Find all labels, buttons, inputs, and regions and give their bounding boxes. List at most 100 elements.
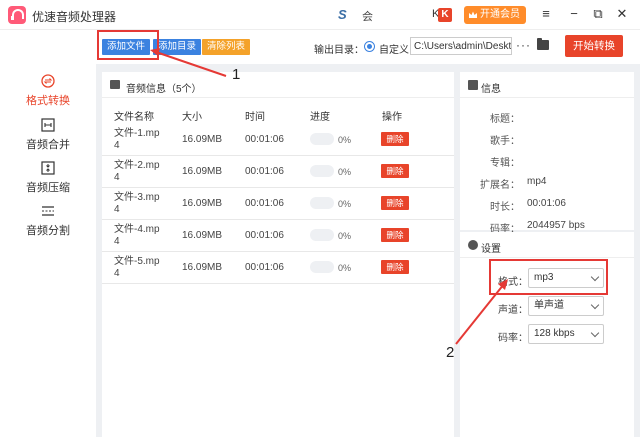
file-duration: 00:01:06 [245, 134, 284, 145]
app-logo-icon [8, 6, 29, 24]
audio-list-title: 音频信息（5个） [126, 84, 202, 95]
channel-value: 单声道 [534, 300, 564, 311]
add-directory-button[interactable]: 添加目录 [153, 39, 202, 55]
vip-label: 开通会员 [480, 9, 520, 20]
output-path-input[interactable] [410, 37, 512, 55]
clear-list-button[interactable]: 清除列表 [202, 39, 251, 55]
channel-label: 声道： [498, 305, 528, 316]
nav-item-audio-split[interactable]: 音频分割 [0, 204, 96, 250]
audio-list-panel: 音频信息（5个） 文件名称 大小 时间 进度 操作 文件-1.mp4 16.09… [102, 72, 454, 437]
annotation-number-2: 2 [446, 344, 455, 361]
file-duration: 00:01:06 [245, 198, 284, 209]
progress-bar [310, 165, 334, 177]
image-icon [468, 80, 478, 90]
gear-icon [468, 240, 478, 250]
left-nav: 格式转换 音频合并 音频压缩 音频分割 [0, 30, 96, 437]
crown-icon [469, 11, 477, 18]
title-bar: 优速音频处理器 S 会 K K 开通会员 ≡ − ⧉ ✕ [0, 0, 640, 30]
output-dir-label: 输出目录： [314, 45, 364, 56]
channel-select[interactable]: 单声道 [528, 296, 604, 316]
column-header-action: 操作 [382, 112, 402, 123]
column-header-name: 文件名称 [114, 112, 154, 123]
annotation-box-2 [489, 259, 608, 295]
file-name: 文件-5.mp4 [114, 256, 160, 279]
info-value-bitrate: 2044957 bps [527, 220, 585, 231]
info-label-duration: 时长： [490, 202, 520, 213]
file-name: 文件-4.mp4 [114, 224, 160, 247]
info-label-title: 标题： [490, 114, 520, 125]
progress-percent: 0% [338, 167, 352, 177]
info-title: 信息 [481, 84, 501, 95]
partner-text: 会 [362, 11, 373, 23]
table-row[interactable]: 文件-1.mp4 16.09MB 00:01:06 0% 删除 [102, 124, 454, 156]
image-icon [110, 80, 120, 89]
nav-label: 音频分割 [26, 225, 70, 237]
folder-icon[interactable] [537, 38, 549, 50]
delete-button[interactable]: 删除 [381, 164, 409, 178]
custom-radio[interactable] [364, 41, 375, 52]
chevron-down-icon [590, 328, 600, 338]
compress-icon [41, 161, 55, 175]
table-row[interactable]: 文件-2.mp4 16.09MB 00:01:06 0% 删除 [102, 156, 454, 188]
minimize-icon[interactable]: − [566, 6, 582, 22]
file-size: 16.09MB [182, 262, 223, 273]
maximize-icon[interactable]: ⧉ [590, 6, 606, 22]
bitrate-select[interactable]: 128 kbps [528, 324, 604, 344]
nav-label: 格式转换 [26, 95, 70, 107]
vip-button[interactable]: 开通会员 [464, 6, 526, 24]
bitrate-value: 128 kbps [534, 328, 575, 339]
annotation-box-1 [97, 30, 159, 60]
delete-button[interactable]: 删除 [381, 132, 409, 146]
chevron-down-icon [590, 300, 600, 310]
info-panel: 信息 标题： 歌手： 专辑： 扩展名： mp4 时长： 00:01:06 码率：… [460, 72, 634, 235]
k-logo-icon[interactable]: K [438, 8, 452, 22]
progress-bar [310, 229, 334, 241]
merge-icon [41, 118, 55, 132]
annotation-number-1: 1 [232, 66, 241, 83]
delete-button[interactable]: 删除 [381, 260, 409, 274]
settings-title: 设置 [481, 244, 501, 255]
settings-header: 设置 [460, 232, 634, 258]
progress-percent: 0% [338, 135, 352, 145]
info-label-extension: 扩展名： [480, 180, 520, 191]
table-row[interactable]: 文件-3.mp4 16.09MB 00:01:06 0% 删除 [102, 188, 454, 220]
file-duration: 00:01:06 [245, 262, 284, 273]
file-name: 文件-1.mp4 [114, 128, 160, 151]
split-icon [42, 206, 54, 216]
partner-logo-icon: S [338, 7, 347, 22]
start-convert-button[interactable]: 开始转换 [565, 35, 623, 57]
progress-percent: 0% [338, 231, 352, 241]
progress-bar [310, 261, 334, 273]
nav-item-format-convert[interactable]: 格式转换 [0, 74, 96, 120]
progress-percent: 0% [338, 263, 352, 273]
file-size: 16.09MB [182, 198, 223, 209]
file-size: 16.09MB [182, 230, 223, 241]
info-value-duration: 00:01:06 [527, 198, 566, 209]
table-row[interactable]: 文件-5.mp4 16.09MB 00:01:06 0% 删除 [102, 252, 454, 284]
more-button[interactable]: ··· [516, 38, 531, 52]
bitrate-label: 码率： [498, 333, 528, 344]
progress-percent: 0% [338, 199, 352, 209]
column-header-progress: 进度 [310, 112, 330, 123]
custom-radio-label[interactable]: 自定义 [379, 41, 409, 56]
nav-item-audio-compress[interactable]: 音频压缩 [0, 161, 96, 207]
info-value-extension: mp4 [527, 176, 547, 187]
file-name: 文件-3.mp4 [114, 192, 160, 215]
nav-label: 音频压缩 [26, 182, 70, 194]
close-icon[interactable]: ✕ [614, 6, 630, 22]
convert-icon [41, 74, 55, 88]
audio-list-header: 音频信息（5个） [102, 72, 454, 98]
info-header: 信息 [460, 72, 634, 98]
file-duration: 00:01:06 [245, 230, 284, 241]
nav-item-audio-merge[interactable]: 音频合并 [0, 118, 96, 164]
delete-button[interactable]: 删除 [381, 228, 409, 242]
progress-bar [310, 197, 334, 209]
file-duration: 00:01:06 [245, 166, 284, 177]
info-label-artist: 歌手： [490, 136, 520, 147]
progress-bar [310, 133, 334, 145]
info-label-album: 专辑： [490, 158, 520, 169]
delete-button[interactable]: 删除 [381, 196, 409, 210]
file-size: 16.09MB [182, 134, 223, 145]
menu-icon[interactable]: ≡ [538, 6, 554, 22]
table-row[interactable]: 文件-4.mp4 16.09MB 00:01:06 0% 删除 [102, 220, 454, 252]
